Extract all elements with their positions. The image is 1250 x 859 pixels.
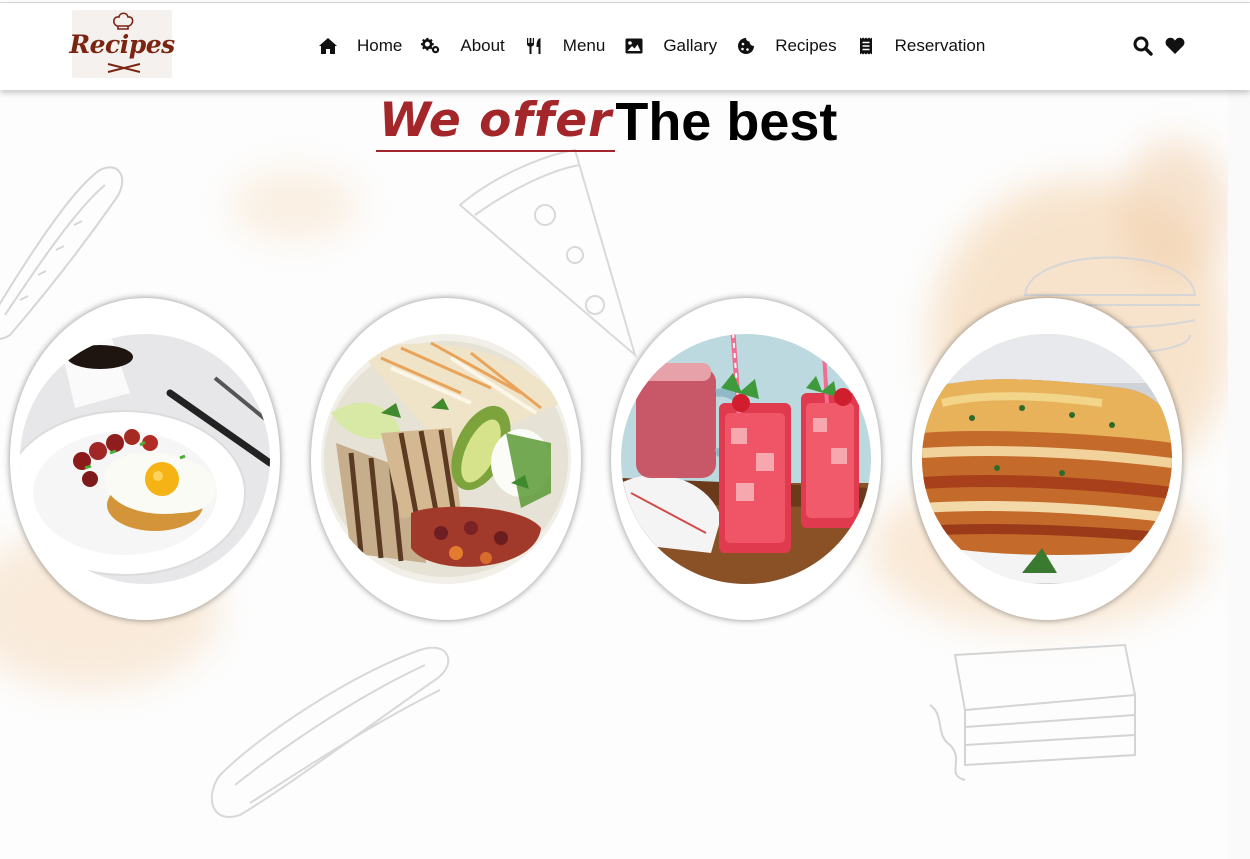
- gears-icon: [421, 36, 441, 56]
- utensils-icon: [524, 36, 544, 56]
- receipt-icon: [856, 36, 876, 56]
- chef-hat-icon: [113, 12, 134, 30]
- hotdog-sketch-icon-2: [210, 646, 450, 818]
- nav-label-recipes: Recipes: [775, 36, 837, 55]
- nav-item-menu[interactable]: Menu: [524, 36, 625, 56]
- dish-image-strawberry-drinks: [621, 334, 871, 584]
- nav-label-about: About: [460, 36, 505, 55]
- nav-item-recipes[interactable]: Recipes: [736, 36, 855, 56]
- nav-label-menu: Menu: [562, 36, 606, 55]
- heart-icon[interactable]: [1165, 37, 1185, 55]
- nav-label-reservation: Reservation: [894, 36, 986, 55]
- image-icon: [624, 36, 644, 56]
- nav-item-home[interactable]: Home: [318, 36, 421, 56]
- brand-logo-text: Recipes: [69, 29, 175, 59]
- search-icon[interactable]: [1133, 36, 1153, 56]
- nav-label-home: Home: [357, 36, 403, 55]
- dish-image-egg-toast: [20, 334, 270, 584]
- lasagna-sketch-icon: [929, 643, 1137, 781]
- utensils-logo-icon: [107, 63, 141, 73]
- hero-headline: We offer The best: [376, 92, 837, 154]
- nav-item-gallery[interactable]: Gallary: [624, 36, 736, 56]
- header-actions: [1133, 36, 1185, 56]
- main-nav: Home About Menu Gallary Recipes Reservat…: [318, 31, 1004, 61]
- headline-accent: We offer: [376, 92, 616, 152]
- scrollbar[interactable]: [1228, 90, 1250, 859]
- nav-item-about[interactable]: About: [421, 36, 523, 56]
- dish-card[interactable]: [311, 298, 581, 620]
- nav-label-gallery: Gallary: [663, 36, 718, 55]
- cookie-icon: [736, 36, 756, 56]
- dish-card[interactable]: [912, 298, 1182, 620]
- top-navbar: Recipes Home About Menu Gallary Recipes …: [0, 3, 1250, 90]
- nav-item-reservation[interactable]: Reservation: [856, 36, 1005, 56]
- home-icon: [318, 36, 338, 56]
- dish-image-chicken-salad: [321, 334, 571, 584]
- brand-logo[interactable]: Recipes: [69, 10, 175, 78]
- dish-card[interactable]: [10, 298, 280, 620]
- dish-image-lasagna: [922, 334, 1172, 584]
- headline-title: The best: [615, 92, 838, 152]
- dish-card[interactable]: [611, 298, 881, 620]
